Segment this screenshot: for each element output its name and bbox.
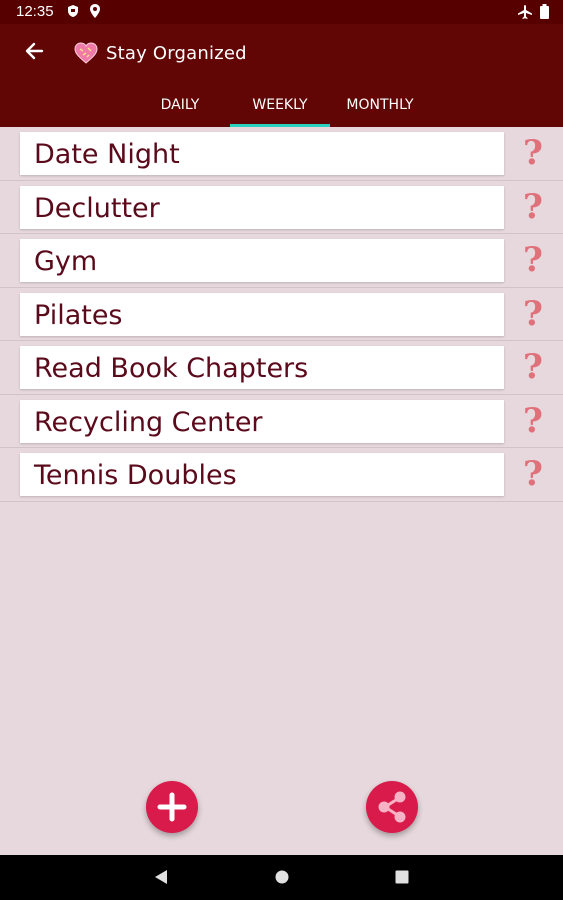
task-label: Pilates [34,299,123,331]
help-icon[interactable]: ? [518,347,548,387]
system-nav-bar [0,855,563,900]
help-icon[interactable]: ? [518,294,548,334]
home-circle-icon[interactable] [274,868,290,886]
task-label: Tennis Doubles [34,460,237,491]
list-item: Pilates ? [0,288,563,341]
share-icon [378,791,406,823]
task-card-read-book-chapters[interactable]: Read Book Chapters [20,346,504,389]
task-label: Recycling Center [34,406,263,438]
period-tabs: DAILY WEEKLY MONTHLY [130,90,430,127]
airplane-icon [518,5,532,19]
app-title-group: Stay Organized [74,38,247,68]
list-item: Read Book Chapters ? [0,341,563,395]
tab-daily[interactable]: DAILY [130,90,230,127]
app-title: Stay Organized [106,42,247,64]
task-card-date-night[interactable]: Date Night [20,132,504,175]
task-card-recycling-center[interactable]: Recycling Center [20,399,504,443]
task-label: Gym [34,246,98,277]
task-label: Date Night [34,139,180,170]
location-pin-icon [90,4,100,18]
app-bar: Stay Organized DAILY WEEKLY MONTHLY [0,24,563,127]
help-icon[interactable]: ? [518,133,548,173]
back-triangle-icon[interactable] [153,868,169,886]
task-card-gym[interactable]: Gym [20,239,504,282]
help-icon[interactable]: ? [518,187,548,227]
task-card-pilates[interactable]: Pilates [20,292,504,336]
help-icon[interactable]: ? [518,401,548,441]
help-icon[interactable]: ? [518,240,548,280]
add-button[interactable] [146,781,198,833]
tab-monthly[interactable]: MONTHLY [330,90,430,127]
list-item: Date Night ? [0,127,563,181]
list-item: Gym ? [0,234,563,288]
plus-icon [157,792,187,822]
task-label: Read Book Chapters [34,353,309,384]
task-list: Date Night ? Declutter ? Gym ? Pilates ?… [0,127,563,502]
task-label: Declutter [34,192,160,224]
back-arrow-icon[interactable] [22,38,48,64]
task-card-tennis-doubles[interactable]: Tennis Doubles [20,453,504,496]
tab-weekly[interactable]: WEEKLY [230,90,330,127]
battery-icon [540,4,549,19]
list-item: Tennis Doubles ? [0,448,563,502]
share-button[interactable] [366,781,418,833]
status-bar: 12:35 [0,0,563,24]
recents-square-icon[interactable] [394,868,410,886]
task-card-declutter[interactable]: Declutter [20,185,504,229]
help-icon[interactable]: ? [518,454,548,494]
list-item: Declutter ? [0,181,563,234]
heart-icon [74,42,98,64]
list-item: Recycling Center ? [0,395,563,448]
status-time: 12:35 [16,3,54,20]
shield-icon [68,5,78,17]
